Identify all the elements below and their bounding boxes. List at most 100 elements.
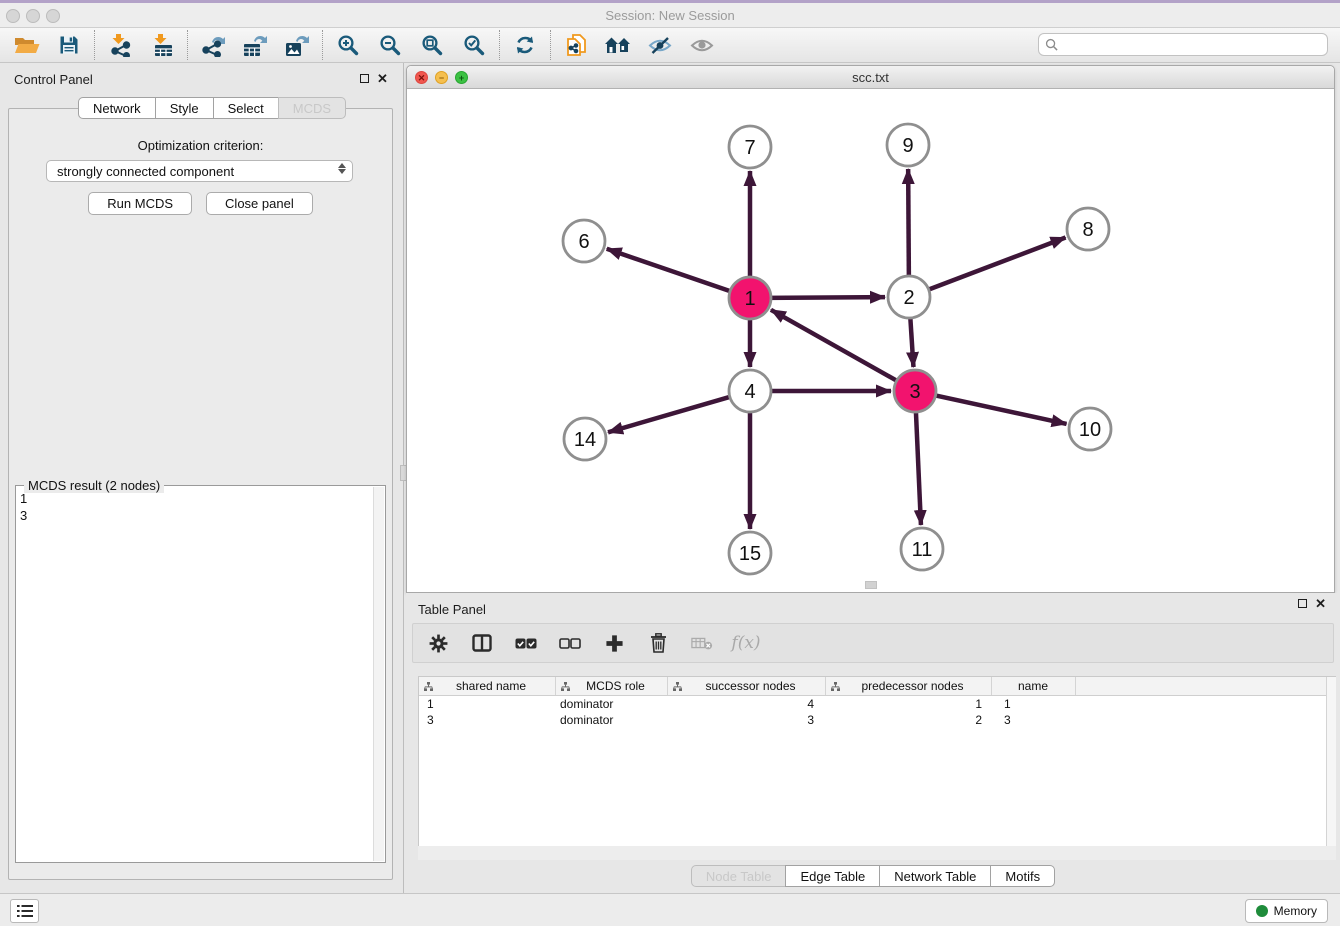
delete-table-icon — [691, 635, 713, 651]
run-mcds-button[interactable]: Run MCDS — [88, 192, 192, 215]
network-window-titlebar[interactable]: ✕ − + scc.txt — [407, 66, 1334, 89]
mcds-result-box: MCDS result (2 nodes) 1 3 — [15, 485, 386, 863]
delete-column-button[interactable] — [647, 632, 669, 654]
search-input[interactable] — [1058, 38, 1327, 52]
export-image-icon — [284, 34, 310, 57]
attribute-type-icon — [831, 682, 840, 691]
optimization-criterion-label: Optimization criterion: — [9, 138, 392, 153]
graph-edge-2-9[interactable] — [908, 169, 909, 279]
network-splitter-grip[interactable] — [865, 581, 877, 589]
toggle-column-view-button[interactable] — [471, 632, 493, 654]
clone-network-button[interactable] — [555, 30, 597, 60]
table-row[interactable]: 1 dominator 4 1 1 — [419, 696, 1336, 712]
column-header-predecessor-nodes[interactable]: predecessor nodes — [826, 677, 992, 695]
close-panel-button[interactable]: Close panel — [206, 192, 313, 215]
zoom-out-button[interactable] — [369, 30, 411, 60]
show-all-button[interactable] — [681, 30, 723, 60]
unselect-all-button[interactable] — [559, 632, 581, 654]
show-panels-button[interactable] — [10, 899, 39, 923]
add-column-button[interactable] — [603, 632, 625, 654]
toolbar-separator — [94, 30, 95, 60]
open-folder-icon — [14, 35, 40, 56]
network-window-title: scc.txt — [407, 70, 1334, 85]
tab-network-table[interactable]: Network Table — [879, 865, 991, 887]
graph-edge-2-8[interactable] — [926, 238, 1066, 291]
graph-edge-1-2[interactable] — [768, 297, 885, 298]
cell-shared-name: 3 — [419, 712, 556, 728]
cell-successor-nodes: 4 — [668, 696, 826, 712]
graph-edge-4-14[interactable] — [608, 396, 733, 432]
cell-predecessor-nodes: 2 — [826, 712, 992, 728]
table-settings-button[interactable] — [427, 632, 449, 654]
select-all-button[interactable] — [515, 632, 537, 654]
app-title: Session: New Session — [0, 8, 1340, 23]
network-graph[interactable]: 7968124314101511 — [407, 89, 1334, 592]
toolbar-separator — [322, 30, 323, 60]
attribute-type-icon — [424, 682, 433, 691]
table-panel-float-icon[interactable] — [1298, 599, 1307, 608]
list-icon — [17, 905, 33, 917]
graph-node-label-8: 8 — [1082, 219, 1093, 241]
control-panel-close-icon[interactable]: ✕ — [377, 74, 388, 83]
graph-edge-1-6[interactable] — [607, 249, 733, 292]
open-session-button[interactable] — [6, 30, 48, 60]
tab-select[interactable]: Select — [213, 97, 279, 119]
tab-edge-table[interactable]: Edge Table — [785, 865, 880, 887]
memory-dot-icon — [1256, 905, 1268, 917]
table-panel-close-icon[interactable]: ✕ — [1315, 599, 1326, 608]
memory-button[interactable]: Memory — [1245, 899, 1328, 923]
cell-mcds-role: dominator — [556, 696, 668, 712]
first-neighbors-button[interactable] — [597, 30, 639, 60]
tab-mcds[interactable]: MCDS — [278, 97, 346, 119]
refresh-view-button[interactable] — [504, 30, 546, 60]
table-row[interactable]: 3 dominator 3 2 3 — [419, 712, 1336, 728]
attribute-type-icon — [673, 682, 682, 691]
mcds-result-line: 1 — [20, 490, 371, 507]
graph-node-label-14: 14 — [574, 429, 596, 451]
control-panel-float-icon[interactable] — [360, 74, 369, 83]
export-network-button[interactable] — [192, 30, 234, 60]
trash-icon — [650, 633, 667, 653]
graph-edge-3-10[interactable] — [933, 395, 1067, 424]
zoom-fit-icon — [421, 34, 443, 56]
import-network-button[interactable] — [99, 30, 141, 60]
graph-edge-3-11[interactable] — [916, 409, 921, 525]
export-table-button[interactable] — [234, 30, 276, 60]
table-panel-title: Table Panel — [418, 602, 486, 617]
save-session-button[interactable] — [48, 30, 90, 60]
column-header-mcds-role[interactable]: MCDS role — [556, 677, 668, 695]
zoom-in-button[interactable] — [327, 30, 369, 60]
export-image-button[interactable] — [276, 30, 318, 60]
clone-network-icon — [565, 33, 588, 57]
table-toolbar: f(x) — [412, 623, 1334, 663]
graph-edge-3-1[interactable] — [771, 310, 899, 382]
mcds-result-line: 3 — [20, 507, 371, 524]
zoom-selected-button[interactable] — [453, 30, 495, 60]
graph-edge-2-3[interactable] — [910, 315, 913, 367]
column-header-name[interactable]: name — [992, 677, 1076, 695]
zoom-fit-button[interactable] — [411, 30, 453, 60]
table-horizontal-scrollbar[interactable] — [418, 846, 1336, 860]
mcds-result-scrollbar[interactable] — [373, 487, 384, 861]
graph-node-label-4: 4 — [744, 381, 755, 403]
graph-node-label-11: 11 — [912, 539, 933, 561]
memory-label: Memory — [1274, 904, 1317, 918]
tab-network[interactable]: Network — [78, 97, 156, 119]
tab-style[interactable]: Style — [155, 97, 214, 119]
hide-selected-button[interactable] — [639, 30, 681, 60]
column-header-successor-nodes[interactable]: successor nodes — [668, 677, 826, 695]
criterion-dropdown[interactable]: strongly connected component — [46, 160, 353, 182]
mcds-result-text[interactable]: 1 3 — [20, 490, 371, 858]
graph-node-label-10: 10 — [1079, 419, 1101, 441]
table-vertical-scrollbar[interactable] — [1326, 677, 1336, 846]
houses-icon — [604, 35, 632, 55]
import-table-button[interactable] — [141, 30, 183, 60]
network-canvas[interactable]: 7968124314101511 — [407, 89, 1334, 592]
cell-name: 3 — [992, 712, 1076, 728]
tab-motifs[interactable]: Motifs — [990, 865, 1055, 887]
cell-successor-nodes: 3 — [668, 712, 826, 728]
criterion-dropdown-value: strongly connected component — [57, 164, 234, 179]
search-field[interactable] — [1038, 33, 1328, 56]
column-header-shared-name[interactable]: shared name — [419, 677, 556, 695]
tab-node-table[interactable]: Node Table — [691, 865, 787, 887]
